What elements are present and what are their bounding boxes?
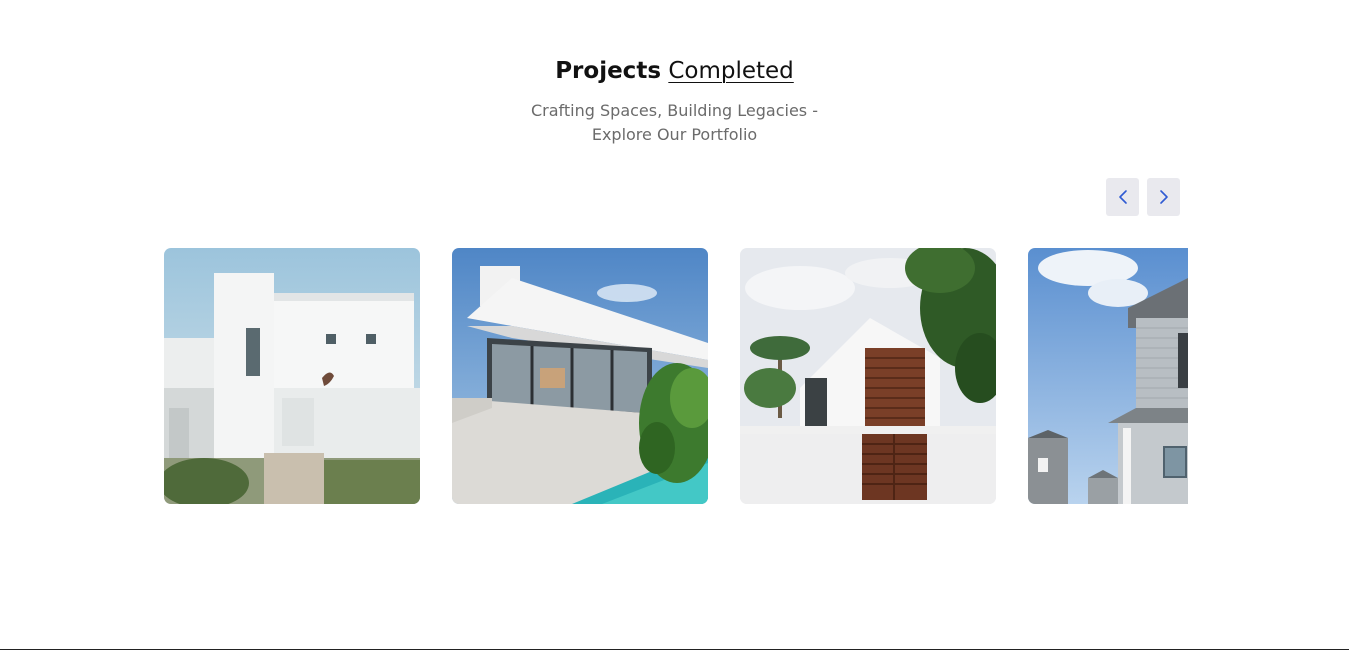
carousel-navigation [1106, 178, 1180, 216]
project-card[interactable] [1028, 248, 1188, 504]
section-title: Projects Completed [0, 58, 1349, 84]
chevron-left-icon [1118, 190, 1127, 204]
next-button[interactable] [1147, 178, 1180, 216]
section-subtitle: Crafting Spaces, Building Legacies - Exp… [0, 99, 1349, 147]
project-image-white-villa [164, 248, 420, 504]
projects-carousel [164, 248, 1188, 504]
subtitle-line-2: Explore Our Portfolio [591, 125, 758, 144]
section-title-light: Completed [668, 58, 794, 84]
project-image-grey-house [1028, 248, 1188, 504]
section-title-strong: Projects [555, 58, 662, 84]
projects-section: Projects Completed Crafting Spaces, Buil… [0, 0, 1349, 650]
carousel-track [164, 248, 1188, 504]
project-image-wood-shutters [740, 248, 996, 504]
project-image-glass-patio [452, 248, 708, 504]
project-card[interactable] [740, 248, 996, 504]
prev-button[interactable] [1106, 178, 1139, 216]
project-card[interactable] [164, 248, 420, 504]
project-card[interactable] [452, 248, 708, 504]
chevron-right-icon [1159, 190, 1168, 204]
subtitle-line-1: Crafting Spaces, Building Legacies - [531, 101, 818, 120]
